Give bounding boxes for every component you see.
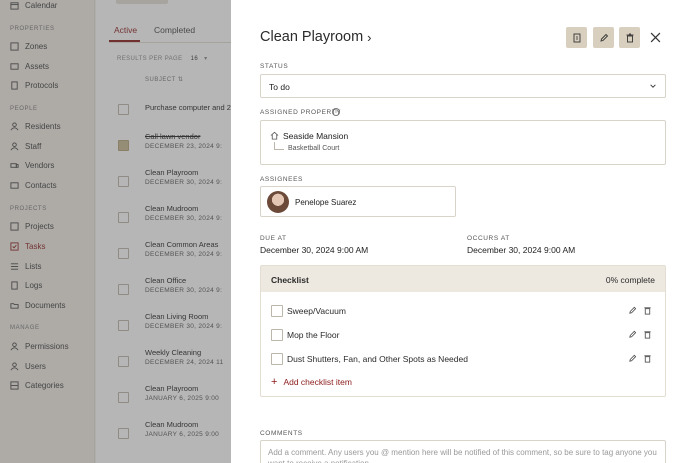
pencil-icon[interactable]	[628, 306, 637, 315]
checklist-item: Dust Shutters, Fan, and Other Spots as N…	[271, 353, 657, 367]
checklist-title: Checklist	[271, 275, 309, 285]
assignees-label: ASSIGNEES	[260, 176, 303, 183]
occurs-at-label: OCCURS AT	[467, 235, 510, 242]
assignees-field[interactable]: Penelope Suarez	[260, 186, 456, 217]
checklist-item: Mop the Floor	[271, 329, 657, 343]
checklist-checkbox[interactable]	[271, 305, 283, 317]
page-title[interactable]: Clean Playroom ›	[260, 29, 372, 45]
checklist: Checklist 0% complete Sweep/Vacuum Mop th…	[260, 265, 666, 397]
chevron-down-icon	[650, 84, 656, 88]
checklist-header: Checklist 0% complete	[261, 266, 665, 292]
due-at-label: DUE AT	[260, 235, 287, 242]
checklist-item: Sweep/Vacuum	[271, 305, 657, 319]
checklist-progress: 0% complete	[605, 275, 655, 285]
plus-icon: +	[271, 376, 278, 388]
assignee-name: Penelope Suarez	[295, 198, 357, 207]
delete-button[interactable]	[619, 27, 640, 48]
avatar	[267, 191, 289, 213]
trash-icon[interactable]	[643, 354, 652, 363]
checklist-item-text: Dust Shutters, Fan, and Other Spots as N…	[287, 354, 468, 364]
property-name: Seaside Mansion	[283, 131, 349, 141]
task-detail-panel: Clean Playroom › STATUS To do ASSIGNED P…	[231, 0, 688, 463]
pencil-icon	[599, 33, 608, 42]
property-subzone: Basketball Court	[288, 145, 340, 152]
due-at-value: December 30, 2024 9:00 AM	[260, 245, 369, 255]
copy-button[interactable]	[566, 27, 587, 48]
trash-icon[interactable]	[643, 330, 652, 339]
task-title: Clean Playroom	[260, 29, 364, 45]
info-icon[interactable]: i	[332, 108, 340, 116]
checklist-item-text: Sweep/Vacuum	[287, 306, 346, 316]
comment-placeholder: Add a comment. Any users you @ mention h…	[268, 448, 657, 463]
close-button[interactable]	[647, 29, 663, 45]
pencil-icon[interactable]	[628, 354, 637, 363]
trash-icon[interactable]	[643, 306, 652, 315]
checklist-checkbox[interactable]	[271, 329, 283, 341]
checklist-item-text: Mop the Floor	[287, 330, 340, 340]
add-checklist-item-button[interactable]: + Add checklist item	[271, 376, 352, 388]
status-select[interactable]: To do	[260, 74, 666, 98]
pencil-icon[interactable]	[628, 330, 637, 339]
tree-connector	[274, 142, 284, 150]
assigned-property-field[interactable]: Seaside Mansion Basketball Court	[260, 120, 666, 165]
comment-input[interactable]: Add a comment. Any users you @ mention h…	[260, 440, 666, 463]
chevron-right-icon: ›	[367, 29, 372, 45]
add-checklist-item-label: Add checklist item	[283, 377, 352, 387]
checklist-checkbox[interactable]	[271, 353, 283, 365]
occurs-at-value: December 30, 2024 9:00 AM	[467, 245, 576, 255]
status-value: To do	[269, 82, 290, 92]
edit-button[interactable]	[593, 27, 614, 48]
copy-icon	[573, 33, 580, 42]
status-label: STATUS	[260, 63, 289, 70]
trash-icon	[626, 33, 633, 42]
assigned-property-label: ASSIGNED PROPERTY	[260, 109, 342, 116]
home-icon	[270, 131, 279, 140]
comments-label: COMMENTS	[260, 430, 303, 437]
close-icon	[650, 32, 660, 42]
